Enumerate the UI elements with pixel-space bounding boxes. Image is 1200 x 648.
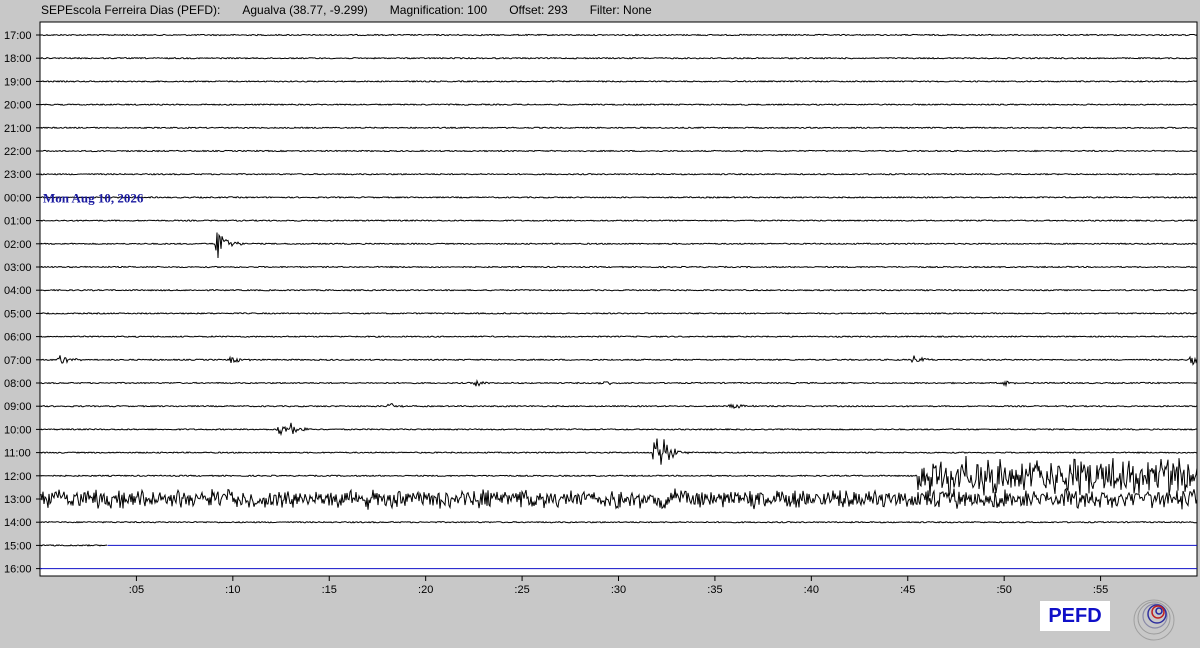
row-label: 19:00 bbox=[4, 76, 32, 88]
row-label: 10:00 bbox=[4, 424, 32, 436]
row-label: 06:00 bbox=[4, 332, 32, 344]
row-label: 14:00 bbox=[4, 517, 32, 529]
row-label: 08:00 bbox=[4, 378, 32, 390]
x-tick-label: :05 bbox=[129, 584, 144, 596]
row-label: 20:00 bbox=[4, 100, 32, 112]
row-label: 16:00 bbox=[4, 564, 32, 576]
row-label: 18:00 bbox=[4, 53, 32, 65]
row-label: 00:00 bbox=[4, 192, 32, 204]
row-label: 21:00 bbox=[4, 123, 32, 135]
x-tick-label: :45 bbox=[900, 584, 915, 596]
row-label: 07:00 bbox=[4, 355, 32, 367]
row-label: 04:00 bbox=[4, 285, 32, 297]
x-tick-label: :50 bbox=[997, 584, 1012, 596]
row-label: 02:00 bbox=[4, 239, 32, 251]
x-axis-ticks: :05 :10 :15 :20 :25 :30 :35 :40 :45 :50 :55 bbox=[129, 576, 1108, 596]
x-tick-label: :25 bbox=[514, 584, 529, 596]
row-label: 09:00 bbox=[4, 401, 32, 413]
row-label: 23:00 bbox=[4, 169, 32, 181]
station-logo: PEFD bbox=[1040, 601, 1110, 631]
x-tick-label: :15 bbox=[322, 584, 337, 596]
row-label: 22:00 bbox=[4, 146, 32, 158]
row-labels: 17:00 18:00 19:00 20:00 21:00 22:00 23:00 00:00… bbox=[4, 30, 42, 576]
row-label: 13:00 bbox=[4, 494, 32, 506]
row-label: 05:00 bbox=[4, 308, 32, 320]
globe-emblem-icon bbox=[1133, 599, 1175, 641]
x-tick-label: :10 bbox=[225, 584, 240, 596]
row-label: 17:00 bbox=[4, 30, 32, 42]
row-label: 15:00 bbox=[4, 540, 32, 552]
seismogram-chart: 17:00 18:00 19:00 20:00 21:00 22:00 23:00 00:00… bbox=[4, 21, 1198, 596]
date-annotation: Mon Aug 10, 2026 bbox=[43, 190, 144, 205]
row-label: 01:00 bbox=[4, 216, 32, 228]
x-tick-label: :55 bbox=[1093, 584, 1108, 596]
x-tick-label: :40 bbox=[804, 584, 819, 596]
logo-text: PEFD bbox=[1048, 604, 1102, 627]
row-label: 03:00 bbox=[4, 262, 32, 274]
row-label: 11:00 bbox=[4, 448, 31, 460]
x-tick-label: :20 bbox=[418, 584, 433, 596]
x-tick-label: :30 bbox=[611, 584, 626, 596]
x-tick-label: :35 bbox=[707, 584, 722, 596]
row-label: 12:00 bbox=[4, 471, 32, 483]
